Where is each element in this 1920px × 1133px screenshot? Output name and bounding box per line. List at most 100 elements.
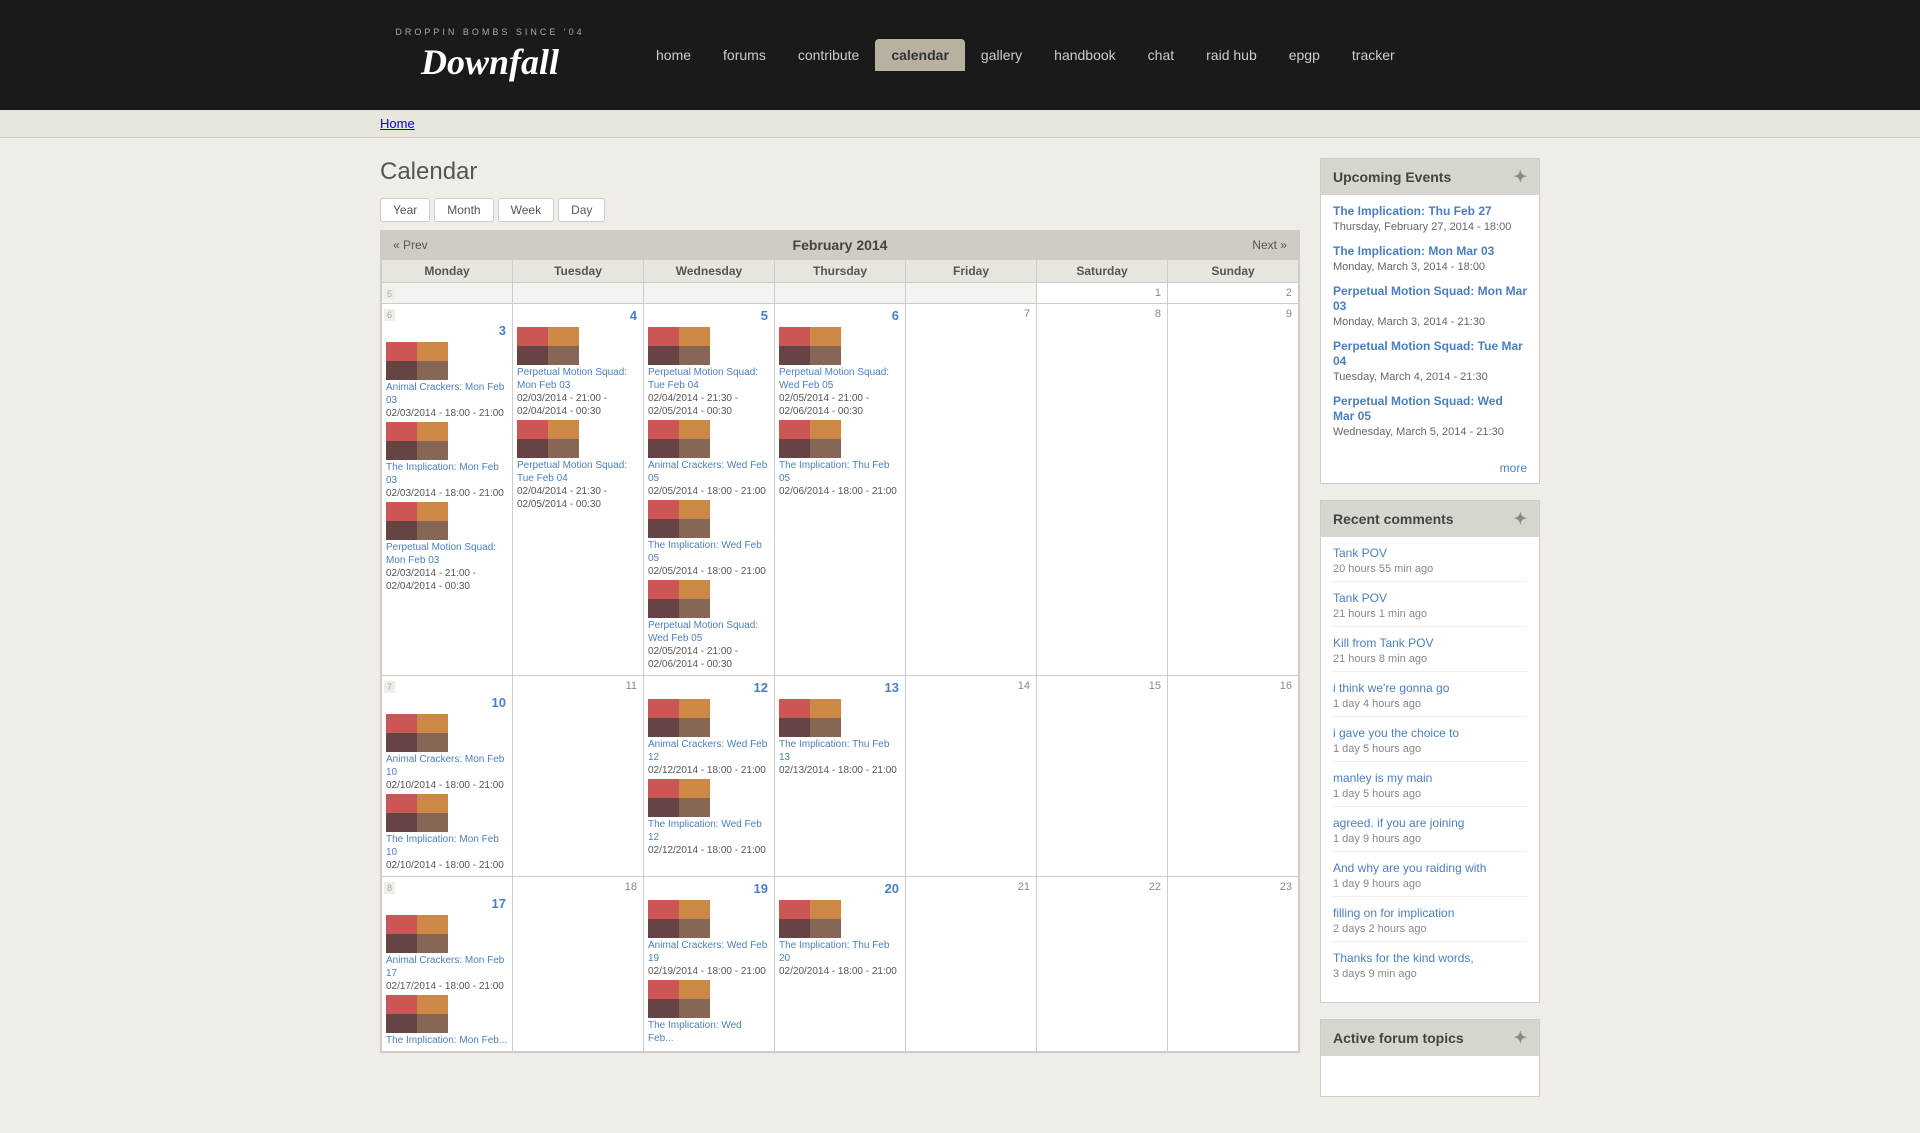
list-item[interactable]: The Implication: Wed Feb 0502/05/2014 - … [648, 500, 770, 578]
list-item[interactable]: Animal Crackers: Mon Feb 1002/10/2014 - … [386, 714, 508, 792]
comment-link-9[interactable]: filling on for implication [1333, 906, 1454, 920]
list-item[interactable]: The Implication: Thu Feb 0502/06/2014 - … [779, 420, 901, 498]
month-view-btn[interactable]: Month [434, 198, 493, 222]
table-row: 8 17 Animal Crackers: Mon Feb 1702/17/20… [382, 877, 1299, 1052]
month-year-label: February 2014 [793, 237, 888, 253]
list-item[interactable]: Animal Crackers: Wed Feb 0502/05/2014 - … [648, 420, 770, 498]
day-cell-jan30 [775, 283, 906, 304]
list-item[interactable]: Perpetual Motion Squad: Wed Feb 0502/05/… [648, 580, 770, 671]
breadcrumb: Home [380, 116, 415, 131]
list-item: Perpetual Motion Squad: Wed Mar 05 Wedne… [1333, 393, 1527, 438]
week-view-btn[interactable]: Week [498, 198, 554, 222]
year-view-btn[interactable]: Year [380, 198, 430, 222]
list-item[interactable]: The Implication: Wed Feb... [648, 980, 770, 1045]
comment-time-6: 1 day 5 hours ago [1333, 788, 1421, 800]
upcoming-events-section: Upcoming Events ✦ The Implication: Thu F… [1320, 158, 1540, 484]
list-item: Perpetual Motion Squad: Mon Mar 03 Monda… [1333, 283, 1527, 328]
list-item[interactable]: The Implication: Mon Feb... [386, 995, 508, 1047]
event-date-3: Monday, March 3, 2014 - 21:30 [1333, 316, 1485, 328]
site-logo[interactable]: DROPPIN BOMBS SINCE '04 Downfall [380, 10, 600, 100]
list-item[interactable]: Animal Crackers: Wed Feb 1202/12/2014 - … [648, 699, 770, 777]
day-cell-feb15: 15 [1037, 676, 1168, 877]
list-item: agreed. if you are joining 1 day 9 hours… [1333, 815, 1527, 852]
list-item[interactable]: The Implication: Mon Feb 1002/10/2014 - … [386, 794, 508, 872]
nav-raid-hub[interactable]: raid hub [1190, 39, 1273, 71]
comment-time-10: 3 days 9 min ago [1333, 968, 1417, 980]
list-item: And why are you raiding with 1 day 9 hou… [1333, 860, 1527, 897]
list-item[interactable]: Animal Crackers: Mon Feb 1702/17/2014 - … [386, 915, 508, 993]
table-row: 5 1 2 [382, 283, 1299, 304]
list-item: Tank POV 20 hours 55 min ago [1333, 545, 1527, 582]
list-item[interactable]: Animal Crackers: Wed Feb 1902/19/2014 - … [648, 900, 770, 978]
nav-chat[interactable]: chat [1132, 39, 1190, 71]
list-item[interactable]: Perpetual Motion Squad: Mon Feb 0302/03/… [517, 327, 639, 418]
day-view-btn[interactable]: Day [558, 198, 605, 222]
nav-gallery[interactable]: gallery [965, 39, 1038, 71]
nav-tracker[interactable]: tracker [1336, 39, 1411, 71]
comment-link-3[interactable]: Kill from Tank POV [1333, 636, 1433, 650]
day-cell-feb18: 18 [513, 877, 644, 1052]
main-nav: home forums contribute calendar gallery … [640, 39, 1411, 71]
day-cell-feb6: 6 Perpetual Motion Squad: Wed Feb 0502/0… [775, 304, 906, 676]
more-events-link[interactable]: more [1500, 461, 1527, 475]
list-item: filling on for implication 2 days 2 hour… [1333, 905, 1527, 942]
nav-epgp[interactable]: epgp [1273, 39, 1336, 71]
event-link-3[interactable]: Perpetual Motion Squad: Mon Mar 03 [1333, 284, 1527, 313]
list-item: Thanks for the kind words, 3 days 9 min … [1333, 950, 1527, 986]
nav-home[interactable]: home [640, 39, 707, 71]
day-cell-jan31 [906, 283, 1037, 304]
day-cell-feb14: 14 [906, 676, 1037, 877]
event-link-5[interactable]: Perpetual Motion Squad: Wed Mar 05 [1333, 394, 1503, 423]
comment-link-7[interactable]: agreed. if you are joining [1333, 816, 1464, 830]
day-cell-feb16: 16 [1168, 676, 1299, 877]
breadcrumb-home[interactable]: Home [380, 116, 415, 131]
list-item[interactable]: Animal Crackers: Mon Feb 0302/03/2014 - … [386, 342, 508, 420]
list-item[interactable]: The Implication: Thu Feb 1302/13/2014 - … [779, 699, 901, 777]
day-cell-feb1: 1 [1037, 283, 1168, 304]
recent-comments-title: Recent comments [1333, 511, 1454, 527]
list-item[interactable]: The Implication: Mon Feb 0302/03/2014 - … [386, 422, 508, 500]
comment-time-2: 21 hours 1 min ago [1333, 608, 1427, 620]
list-item[interactable]: Perpetual Motion Squad: Tue Feb 0402/04/… [517, 420, 639, 511]
list-item[interactable]: Perpetual Motion Squad: Tue Feb 0402/04/… [648, 327, 770, 418]
day-cell-feb3-start: 6 3 Animal Crackers: Mon Feb 0302/03/201… [382, 304, 513, 676]
list-item[interactable]: Perpetual Motion Squad: Mon Feb 0302/03/… [386, 502, 508, 593]
day-cell-feb11: 11 [513, 676, 644, 877]
comment-link-5[interactable]: i gave you the choice to [1333, 726, 1459, 740]
next-month-btn[interactable]: Next » [1252, 238, 1287, 252]
event-link-1[interactable]: The Implication: Thu Feb 27 [1333, 204, 1492, 218]
nav-calendar[interactable]: calendar [875, 39, 965, 71]
nav-handbook[interactable]: handbook [1038, 39, 1132, 71]
comment-time-3: 21 hours 8 min ago [1333, 653, 1427, 665]
comment-link-1[interactable]: Tank POV [1333, 546, 1387, 560]
nav-forums[interactable]: forums [707, 39, 782, 71]
comment-link-8[interactable]: And why are you raiding with [1333, 861, 1486, 875]
list-item: Perpetual Motion Squad: Tue Mar 04 Tuesd… [1333, 338, 1527, 383]
event-date-2: Monday, March 3, 2014 - 18:00 [1333, 261, 1485, 273]
recent-comments-section: Recent comments ✦ Tank POV 20 hours 55 m… [1320, 500, 1540, 1003]
comment-link-6[interactable]: manley is my main [1333, 771, 1432, 785]
col-friday: Friday [906, 260, 1037, 283]
nav-contribute[interactable]: contribute [782, 39, 875, 71]
list-item[interactable]: The Implication: Wed Feb 1202/12/2014 - … [648, 779, 770, 857]
recent-comments-icon: ✦ [1514, 509, 1527, 529]
day-cell-feb8: 8 [1037, 304, 1168, 676]
day-cell-feb10-start: 7 10 Animal Crackers: Mon Feb 1002/10/20… [382, 676, 513, 877]
event-link-2[interactable]: The Implication: Mon Mar 03 [1333, 244, 1494, 258]
active-forum-icon: ✦ [1514, 1028, 1527, 1048]
event-link-4[interactable]: Perpetual Motion Squad: Tue Mar 04 [1333, 339, 1523, 368]
prev-month-btn[interactable]: « Prev [393, 238, 428, 252]
list-item[interactable]: Perpetual Motion Squad: Wed Feb 0502/05/… [779, 327, 901, 418]
event-date-1: Thursday, February 27, 2014 - 18:00 [1333, 221, 1511, 233]
day-cell-jan27: 5 [382, 283, 513, 304]
comment-link-10[interactable]: Thanks for the kind words, [1333, 951, 1474, 965]
table-row: 7 10 Animal Crackers: Mon Feb 1002/10/20… [382, 676, 1299, 877]
col-saturday: Saturday [1037, 260, 1168, 283]
comment-link-2[interactable]: Tank POV [1333, 591, 1387, 605]
list-item: Kill from Tank POV 21 hours 8 min ago [1333, 635, 1527, 672]
list-item: i gave you the choice to 1 day 5 hours a… [1333, 725, 1527, 762]
comment-link-4[interactable]: i think we're gonna go [1333, 681, 1449, 695]
list-item[interactable]: The Implication: Thu Feb 2002/20/2014 - … [779, 900, 901, 978]
col-tuesday: Tuesday [513, 260, 644, 283]
day-cell-feb21: 21 [906, 877, 1037, 1052]
